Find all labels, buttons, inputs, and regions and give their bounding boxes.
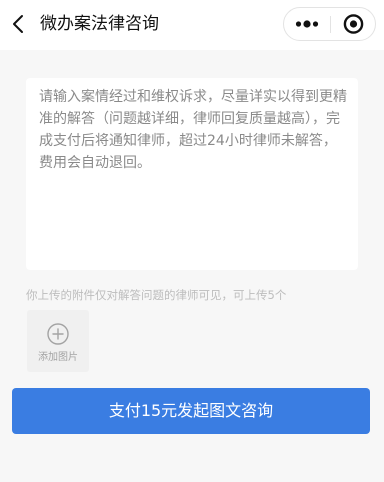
- add-image-label: 添加图片: [38, 352, 78, 363]
- page-title: 微办案法律咨询: [40, 14, 159, 34]
- more-button[interactable]: [284, 8, 330, 40]
- close-button[interactable]: [331, 8, 376, 40]
- navigation-bar: 微办案法律咨询: [0, 0, 384, 50]
- question-textarea[interactable]: [39, 86, 347, 262]
- question-textarea-container: [26, 78, 358, 270]
- more-dots-icon: [295, 20, 319, 28]
- pay-submit-button[interactable]: 支付15元发起图文咨询: [12, 388, 370, 434]
- plus-circle-icon: [47, 323, 69, 345]
- add-image-button[interactable]: 添加图片: [27, 310, 89, 372]
- chevron-left-icon: [13, 15, 23, 33]
- back-button[interactable]: [6, 10, 32, 38]
- attachment-hint: 你上传的附件仅对解答问题的律师可见，可上传5个: [26, 288, 287, 302]
- record-close-icon: [343, 14, 364, 34]
- mini-program-capsule: [283, 7, 376, 41]
